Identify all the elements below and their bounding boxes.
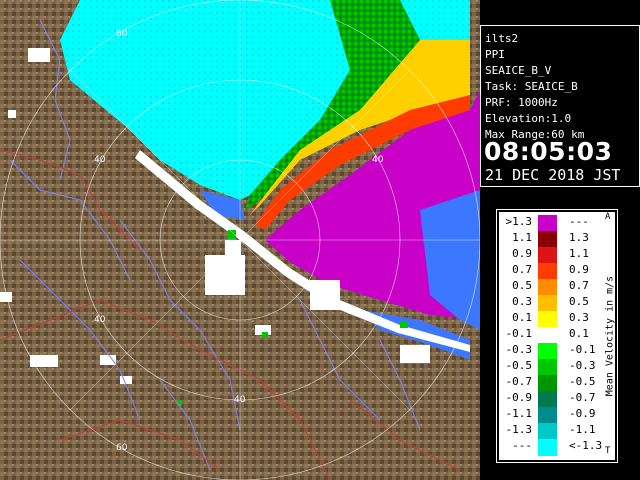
velocity-legend: >1.3 --- 1.1 1.3 0.9 1.1 0.7 0.9 0.5 0.7 0.3 0.5 0.1… <box>496 209 619 463</box>
info-panel: ilts2 PPI SEAICE_B_V Task: SEAICE_B PRF:… <box>480 25 640 187</box>
scan-mode: PPI <box>485 48 505 61</box>
legend-row: 1.1 1.3 <box>499 231 619 248</box>
legend-lower-value: 0.5 <box>512 279 532 292</box>
legend-row: -1.1 -0.9 <box>499 407 619 424</box>
legend-row: -0.7 -0.5 <box>499 375 619 392</box>
legend-swatch <box>538 231 557 248</box>
legend-title-box: Mean Velocity in m/s <box>603 218 617 454</box>
legend-row: 0.7 0.9 <box>499 263 619 280</box>
legend-lower-value: -0.7 <box>505 375 533 388</box>
legend-row: -1.3 -1.1 <box>499 423 619 440</box>
legend-swatch <box>538 375 557 392</box>
radar-ppi-display[interactable]: 60 40 40 40 40 60 <box>0 0 480 480</box>
legend-row: --- <-1.3 <box>499 439 619 456</box>
range-label: 40 <box>234 395 246 405</box>
legend-upper-value: 0.1 <box>569 327 589 340</box>
legend-swatch <box>538 391 557 408</box>
legend-row: 0.5 0.7 <box>499 279 619 296</box>
site-name: ilts2 <box>485 32 519 45</box>
product-name: SEAICE_B_V <box>485 64 552 77</box>
legend-upper-value: 0.9 <box>569 263 589 276</box>
legend-row: -0.1 0.1 <box>499 327 619 344</box>
legend-lower-value: >1.3 <box>505 215 533 228</box>
range-label: 40 <box>94 315 106 325</box>
legend-upper-value: 0.7 <box>569 279 589 292</box>
legend-swatch <box>538 295 557 312</box>
legend-swatch <box>538 215 557 232</box>
legend-lower-value: -0.3 <box>505 343 533 356</box>
legend-swatch <box>538 311 557 328</box>
legend-upper-value: --- <box>569 215 589 228</box>
legend-swatch <box>538 407 557 424</box>
legend-lower-value: 0.7 <box>512 263 532 276</box>
legend-swatch <box>538 327 557 344</box>
range-label: 40 <box>94 155 106 165</box>
legend-upper-value: -1.1 <box>569 423 596 436</box>
legend-lower-value: 0.3 <box>512 295 532 308</box>
legend-lower-value: -0.9 <box>505 391 533 404</box>
legend-upper-value: -0.7 <box>569 391 596 404</box>
legend-swatch <box>538 439 557 456</box>
legend-row: -0.3 -0.1 <box>499 343 619 360</box>
scan-date: 21 DEC 2018 JST <box>485 166 621 184</box>
scan-time: 08:05:03 <box>484 137 613 166</box>
legend-upper-value: -0.3 <box>569 359 596 372</box>
legend-lower-value: --- <box>512 439 532 452</box>
legend-row: 0.3 0.5 <box>499 295 619 312</box>
legend-row: >1.3 --- <box>499 215 619 232</box>
legend-upper-value: -0.9 <box>569 407 596 420</box>
azimuth-lines <box>0 0 480 480</box>
legend-upper-value: 1.3 <box>569 231 589 244</box>
legend-row: -0.5 -0.3 <box>499 359 619 376</box>
legend-swatch <box>538 359 557 376</box>
legend-swatch <box>538 423 557 440</box>
elevation-value: Elevation:1.0 <box>485 112 572 125</box>
legend-swatch <box>538 343 557 360</box>
legend-upper-value: -0.1 <box>569 343 596 356</box>
legend-lower-value: -1.3 <box>505 423 533 436</box>
legend-top-marker: A <box>605 212 611 222</box>
legend-lower-value: -0.5 <box>505 359 533 372</box>
legend-upper-value: <-1.3 <box>569 439 603 452</box>
legend-title: Mean Velocity in m/s <box>604 275 616 397</box>
legend-upper-value: 0.3 <box>569 311 589 324</box>
legend-swatch <box>538 279 557 296</box>
legend-lower-value: 0.1 <box>512 311 532 324</box>
legend-upper-value: 1.1 <box>569 247 589 260</box>
legend-swatch <box>538 247 557 264</box>
range-label: 40 <box>372 155 384 165</box>
legend-row: -0.9 -0.7 <box>499 391 619 408</box>
legend-bottom-marker: T <box>605 446 611 456</box>
legend-upper-value: -0.5 <box>569 375 596 388</box>
legend-lower-value: -1.1 <box>505 407 533 420</box>
prf-value: PRF: 1000Hz <box>485 96 558 109</box>
radar-ppi-image: 60 40 40 40 40 60 <box>0 0 480 480</box>
legend-row: 0.9 1.1 <box>499 247 619 264</box>
legend-swatch <box>538 263 557 280</box>
legend-row: 0.1 0.3 <box>499 311 619 328</box>
legend-lower-value: 0.9 <box>512 247 532 260</box>
legend-lower-value: 1.1 <box>512 231 532 244</box>
range-label: 60 <box>116 29 128 39</box>
legend-upper-value: 0.5 <box>569 295 589 308</box>
legend-lower-value: -0.1 <box>505 327 533 340</box>
range-label: 60 <box>116 443 128 453</box>
task-name: Task: SEAICE_B <box>485 80 578 93</box>
